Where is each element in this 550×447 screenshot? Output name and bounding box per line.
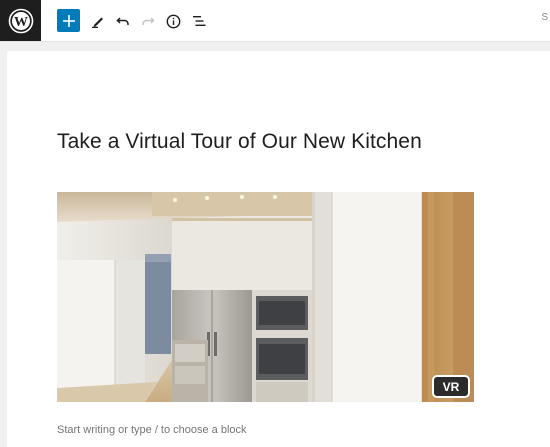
kitchen-image-block[interactable]: VR	[57, 192, 474, 402]
editor-canvas[interactable]: Take a Virtual Tour of Our New Kitchen V…	[7, 51, 550, 447]
redo-icon	[142, 17, 155, 25]
details-button[interactable]	[162, 10, 184, 32]
tools-button[interactable]	[87, 10, 109, 32]
redo-button[interactable]	[137, 10, 159, 32]
post-title[interactable]: Take a Virtual Tour of Our New Kitchen	[57, 130, 422, 154]
block-placeholder[interactable]: Start writing or type / to choose a bloc…	[57, 424, 247, 436]
info-icon	[166, 14, 180, 28]
pencil-icon	[92, 17, 103, 28]
vr-badge[interactable]: VR	[432, 375, 470, 398]
list-view-button[interactable]	[188, 10, 210, 32]
toolbar-edge-label[interactable]: S	[541, 12, 548, 23]
svg-text:W: W	[14, 15, 28, 30]
list-view-icon	[192, 16, 205, 26]
add-block-button[interactable]	[57, 9, 80, 32]
plus-icon	[62, 14, 75, 27]
undo-icon	[116, 17, 129, 25]
kitchen-image	[57, 192, 474, 402]
undo-button[interactable]	[112, 10, 134, 32]
editor-app: W S Take a Virtual Tour of Our New Kitch…	[0, 0, 550, 447]
wordpress-logo-button[interactable]: W	[0, 0, 41, 41]
wordpress-logo-icon: W	[8, 8, 33, 33]
editor-toolbar: W S	[0, 0, 550, 42]
